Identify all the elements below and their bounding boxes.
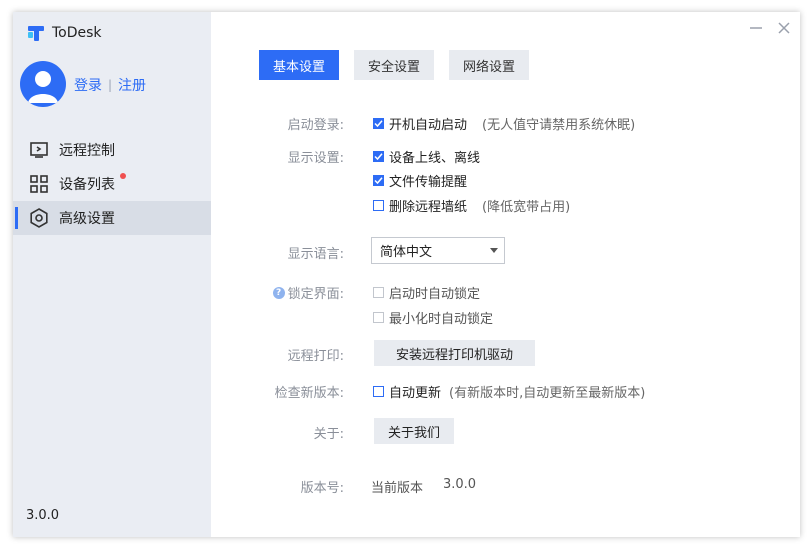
avatar[interactable] xyxy=(20,61,66,107)
language-label: 显示语言: xyxy=(287,247,344,262)
auth-links: 登录 | 注册 xyxy=(74,75,146,95)
brand: ToDesk xyxy=(27,23,102,43)
auto-update-hint: (有新版本时,自动更新至最新版本) xyxy=(449,386,646,401)
startup-label: 启动登录: xyxy=(287,118,344,133)
device-list-icon xyxy=(29,174,49,194)
current-version-label: 当前版本 xyxy=(371,481,424,496)
print-label: 远程打印: xyxy=(287,349,344,364)
language-select[interactable]: 简体中文 xyxy=(371,237,505,264)
lock-option-on-minimize[interactable]: 最小化时自动锁定 xyxy=(373,308,493,327)
check-icon xyxy=(374,177,383,185)
current-version-value: 3.0.0 xyxy=(443,477,477,492)
tab-security-settings[interactable]: 安全设置 xyxy=(354,50,435,80)
minimize-button[interactable] xyxy=(748,20,764,36)
version-label: 版本号: xyxy=(300,481,344,496)
sidebar-item-remote-control[interactable]: 远程控制 xyxy=(13,133,211,167)
close-button[interactable] xyxy=(776,20,792,36)
install-printer-driver-button[interactable]: 安装远程打印机驱动 xyxy=(374,340,535,366)
check-icon xyxy=(374,120,383,128)
display-label: 显示设置: xyxy=(287,151,344,166)
tab-network-settings[interactable]: 网络设置 xyxy=(449,50,530,80)
sidebar-item-advanced-settings[interactable]: 高级设置 xyxy=(13,201,211,235)
todesk-logo-icon xyxy=(28,26,44,41)
dropdown-arrow-icon xyxy=(490,248,498,253)
lock-label: 锁定界面: xyxy=(287,287,344,302)
auth-separator: | xyxy=(108,78,113,92)
tab-basic-settings[interactable]: 基本设置 xyxy=(259,50,340,80)
lock-label-group: ? 锁定界面: xyxy=(272,283,344,302)
device-online-checkbox[interactable] xyxy=(373,151,384,162)
startup-option[interactable]: 开机自动启动 (无人值守请禁用系统休眠) xyxy=(373,114,635,133)
remove-wallpaper-hint: (降低宽带占用) xyxy=(482,200,571,215)
sidebar-item-label: 设备列表 xyxy=(59,177,115,193)
remove-wallpaper-checkbox[interactable] xyxy=(373,200,384,211)
lock-on-start-checkbox[interactable] xyxy=(373,287,384,298)
language-value: 简体中文 xyxy=(380,245,433,260)
settings-tabs: 基本设置 安全设置 网络设置 xyxy=(259,50,544,80)
auto-update-checkbox[interactable] xyxy=(373,386,384,397)
notification-badge xyxy=(120,173,126,179)
file-transfer-checkbox[interactable] xyxy=(373,175,384,186)
app-name: ToDesk xyxy=(52,25,102,41)
sidebar-nav: 远程控制 设备列表 高级设置 xyxy=(13,133,211,235)
sidebar-item-label: 高级设置 xyxy=(59,211,115,227)
close-icon xyxy=(778,22,790,34)
display-option-device-online[interactable]: 设备上线、离线 xyxy=(373,147,480,166)
update-option[interactable]: 自动更新 (有新版本时,自动更新至最新版本) xyxy=(373,382,645,401)
sidebar-version: 3.0.0 xyxy=(26,508,60,523)
sidebar-item-label: 远程控制 xyxy=(59,143,115,159)
about-label: 关于: xyxy=(313,427,344,442)
update-label: 检查新版本: xyxy=(274,386,344,401)
lock-on-minimize-checkbox[interactable] xyxy=(373,312,384,323)
startup-hint: (无人值守请禁用系统休眠) xyxy=(482,118,636,133)
display-option-file-transfer[interactable]: 文件传输提醒 xyxy=(373,171,467,190)
help-icon[interactable]: ? xyxy=(272,286,285,299)
user-avatar-icon xyxy=(28,71,58,103)
remote-control-icon xyxy=(29,140,49,160)
about-us-button[interactable]: 关于我们 xyxy=(374,418,454,444)
login-link[interactable]: 登录 xyxy=(74,75,102,95)
startup-checkbox[interactable] xyxy=(373,118,384,129)
display-option-remove-wallpaper[interactable]: 删除远程墙纸 (降低宽带占用) xyxy=(373,196,570,215)
register-link[interactable]: 注册 xyxy=(118,75,146,95)
todesk-window: ToDesk 登录 | 注册 远程控制 设备列表 高级设置 3.0.0 基本设置… xyxy=(13,12,800,537)
sidebar-item-device-list[interactable]: 设备列表 xyxy=(13,167,211,201)
sidebar: ToDesk 登录 | 注册 远程控制 设备列表 高级设置 3.0.0 xyxy=(13,12,211,537)
check-icon xyxy=(374,153,383,161)
settings-gear-icon xyxy=(29,208,49,228)
lock-option-on-start[interactable]: 启动时自动锁定 xyxy=(373,283,480,302)
minimize-icon xyxy=(750,27,762,29)
